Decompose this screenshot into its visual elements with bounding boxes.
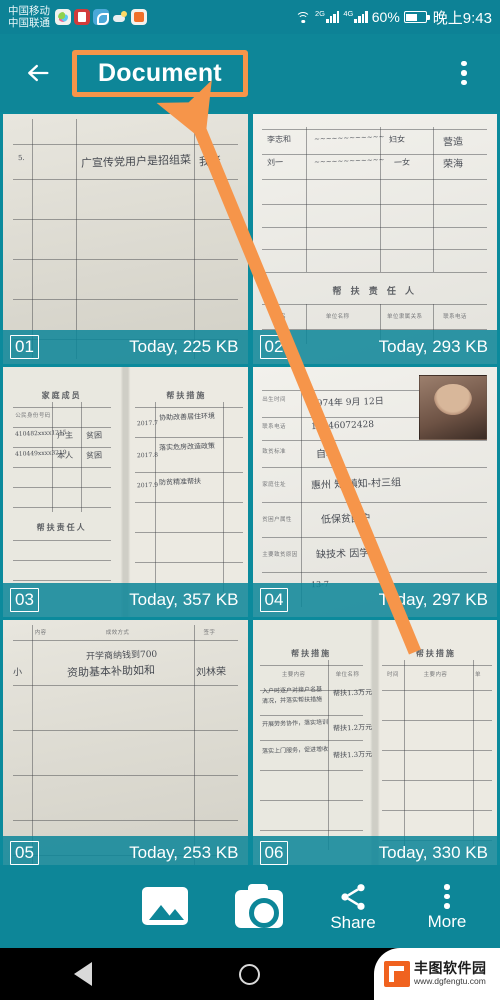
document-tile[interactable]: 帮扶措施 主要内容 单位名称 入户时逐户对接户名基 清况，并落实帮扶措施 帮扶1… [252, 620, 497, 865]
document-tile[interactable]: 出生时间 1974年 9月 12日 联系电话 13846072428 致贫标准 … [252, 367, 497, 617]
doc-heading: 家庭成员 [41, 390, 82, 400]
battery-icon [403, 11, 430, 23]
document-tile[interactable]: 内容 成效方式 签字 开学商纳钱到700 小 资助基本补助如和 刘林荣 05 T… [3, 620, 248, 865]
tile-meta: Today, 253 KB [129, 843, 239, 862]
weather-cloud-icon [112, 9, 128, 25]
document-tile[interactable]: 5. 广宣传党用户是招组菜 我挺 01 Today, 225 KB [3, 114, 248, 364]
back-arrow-icon [28, 64, 49, 82]
document-tile[interactable]: 李志和 ~~~~~~~~~~~~ 妇女 营造 刘一 ~~~~~~~~~~~~ 一… [252, 114, 497, 364]
tile-meta: Today, 357 KB [129, 590, 239, 609]
bottom-action-bar: Share More [0, 865, 500, 948]
carrier-primary: 中国移动 [8, 4, 50, 17]
wifi-icon [295, 11, 311, 24]
signal-2-label: 4G [343, 9, 354, 19]
app-red-icon [74, 9, 90, 25]
page-title-wrapper: Document [72, 49, 248, 97]
doc-heading: 帮 扶 责 任 人 [332, 287, 418, 297]
gallery-button[interactable] [118, 865, 212, 948]
page-title: Document [98, 58, 222, 87]
camera-button[interactable] [212, 865, 306, 948]
tile-meta: Today, 330 KB [378, 843, 488, 862]
document-thumbnail: 内容 成效方式 签字 开学商纳钱到700 小 资助基本补助如和 刘林荣 [3, 620, 248, 865]
status-right-cluster: 2G 4G 60% 晚上9:43 [295, 7, 492, 28]
tile-number: 02 [259, 335, 289, 359]
battery-percent: 60% [371, 9, 400, 25]
link-blue-icon [93, 9, 109, 25]
overflow-menu-button[interactable] [444, 47, 484, 99]
signal-1-label: 2G [315, 9, 326, 19]
document-thumbnail: 出生时间 1974年 9月 12日 联系电话 13846072428 致贫标准 … [252, 367, 497, 617]
status-bar: 中国移动 中国联通 2G 4G 60% 晚上9:43 [0, 0, 500, 34]
document-thumbnail: 帮扶措施 主要内容 单位名称 入户时逐户对接户名基 清况，并落实帮扶措施 帮扶1… [252, 620, 497, 865]
video-orange-icon [131, 9, 147, 25]
tile-number: 03 [10, 588, 39, 612]
tile-number: 04 [259, 588, 289, 612]
tile-caption: 05 Today, 253 KB [3, 836, 248, 865]
tile-meta: Today, 293 KB [378, 337, 488, 356]
doc-heading: 帮扶措施 [166, 390, 207, 400]
document-thumbnail: 家庭成员 公民身份号码 410482xxxx1215 户主 贫困 410449x… [3, 367, 248, 617]
watermark-text: 丰图软件园 www.dgfengtu.com [414, 960, 487, 987]
watermark-url: www.dgfengtu.com [414, 976, 486, 987]
nav-home-button[interactable] [204, 948, 296, 1000]
more-button[interactable]: More [400, 865, 494, 948]
status-app-icons [55, 9, 147, 25]
document-grid: 5. 广宣传党用户是招组菜 我挺 01 Today, 225 KB 李志和 ~~… [0, 112, 500, 865]
document-tile[interactable]: 家庭成员 公民身份号码 410482xxxx1215 户主 贫困 410449x… [3, 367, 248, 617]
doc-subheading: 帮扶责任人 [36, 523, 87, 532]
document-thumbnail: 5. 广宣传党用户是招组菜 我挺 [3, 114, 248, 364]
nav-back-icon [74, 962, 93, 986]
tile-caption: 04 Today, 297 KB [252, 583, 497, 617]
carrier-labels: 中国移动 中国联通 [8, 5, 50, 30]
tile-meta: Today, 225 KB [129, 337, 239, 356]
tile-caption: 02 Today, 293 KB [252, 330, 497, 364]
gallery-icon [142, 887, 188, 925]
watermark-name: 丰图软件园 [414, 960, 487, 977]
tile-number: 06 [259, 841, 289, 865]
more-icon [444, 882, 450, 912]
signal-2-icon: 4G [343, 9, 368, 23]
nav-back-button[interactable] [37, 948, 129, 1000]
camera-icon [235, 884, 283, 928]
share-button[interactable]: Share [306, 865, 400, 948]
signal-1-icon: 2G [315, 9, 340, 23]
tile-number: 05 [10, 841, 39, 865]
share-label: Share [330, 912, 376, 932]
id-photo [418, 374, 488, 440]
document-thumbnail: 李志和 ~~~~~~~~~~~~ 妇女 营造 刘一 ~~~~~~~~~~~~ 一… [252, 114, 497, 364]
tile-caption: 03 Today, 357 KB [3, 583, 248, 617]
photos-icon [55, 9, 71, 25]
carrier-secondary: 中国联通 [8, 17, 50, 29]
tile-meta: Today, 297 KB [378, 590, 488, 609]
share-icon [341, 883, 365, 910]
more-label: More [427, 911, 467, 931]
nav-home-icon [239, 963, 261, 985]
tile-caption: 01 Today, 225 KB [3, 330, 248, 364]
doc-heading: 帮扶措施 [415, 648, 456, 658]
clock: 晚上9:43 [432, 9, 492, 27]
menu-dot [461, 79, 467, 86]
watermark: 丰图软件园 www.dgfengtu.com [374, 948, 500, 1000]
menu-dot [461, 60, 467, 67]
back-button[interactable] [10, 45, 66, 101]
tile-number: 01 [10, 335, 39, 359]
tile-caption: 06 Today, 330 KB [252, 836, 497, 865]
app-bar: Document [0, 34, 500, 112]
phone-screen: 中国移动 中国联通 2G 4G 60% 晚上9:43 Document 5. 广… [0, 0, 500, 1000]
doc-heading: 帮扶措施 [291, 648, 332, 658]
watermark-logo-icon [384, 961, 410, 987]
menu-dot [461, 70, 467, 76]
